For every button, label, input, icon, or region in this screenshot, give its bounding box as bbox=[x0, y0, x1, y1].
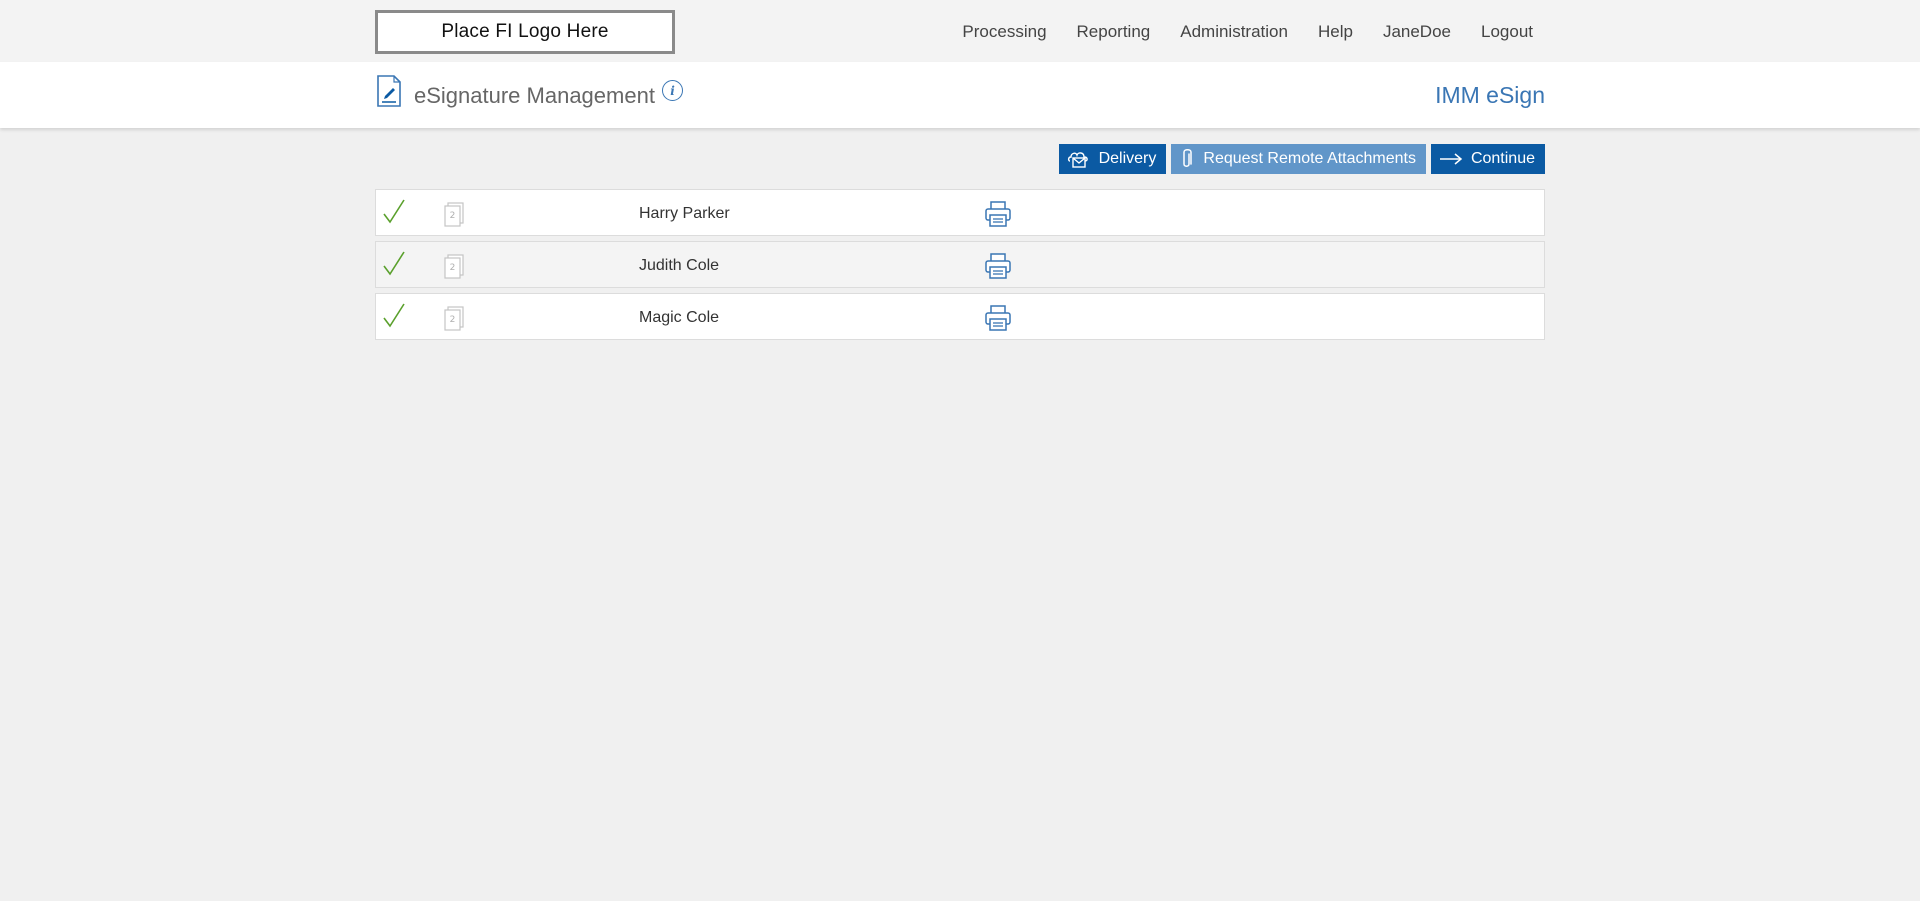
main-nav: Processing Reporting Administration Help… bbox=[932, 22, 1533, 42]
nav-administration[interactable]: Administration bbox=[1180, 22, 1288, 42]
document-stack-icon: 2 bbox=[444, 202, 464, 227]
print-icon[interactable] bbox=[984, 304, 1012, 332]
esignature-document-icon bbox=[377, 75, 401, 107]
page-header: eSignature Management i IMM eSign bbox=[0, 62, 1920, 128]
nav-user[interactable]: JaneDoe bbox=[1383, 22, 1451, 42]
check-icon bbox=[383, 251, 405, 276]
action-toolbar: Delivery Request Remote Attachments Cont… bbox=[1058, 144, 1545, 174]
request-remote-attachments-button[interactable]: Request Remote Attachments bbox=[1171, 144, 1426, 174]
signer-row: 2 Harry Parker bbox=[375, 189, 1545, 236]
signer-name: Judith Cole bbox=[639, 257, 720, 274]
logo-placeholder: Place FI Logo Here bbox=[375, 10, 675, 54]
doc-count: 2 bbox=[450, 263, 456, 273]
delivery-button[interactable]: Delivery bbox=[1058, 144, 1167, 174]
nav-help[interactable]: Help bbox=[1318, 22, 1353, 42]
signer-row: 2 Judith Cole bbox=[375, 241, 1545, 288]
nav-logout[interactable]: Logout bbox=[1481, 22, 1533, 42]
print-icon[interactable] bbox=[984, 200, 1012, 228]
print-icon[interactable] bbox=[984, 252, 1012, 280]
signer-name: Harry Parker bbox=[639, 205, 730, 222]
page-title: eSignature Management bbox=[414, 83, 655, 108]
top-bar: Place FI Logo Here Processing Reporting … bbox=[0, 0, 1920, 62]
brand-name: IMM eSign bbox=[1435, 82, 1545, 108]
check-icon bbox=[383, 199, 405, 224]
continue-button[interactable]: Continue bbox=[1430, 144, 1545, 174]
arrow-right-icon bbox=[1439, 153, 1463, 165]
delivery-envelope-icon bbox=[1067, 152, 1088, 168]
delivery-label: Delivery bbox=[1098, 150, 1157, 167]
document-stack-icon: 2 bbox=[444, 254, 464, 279]
nav-processing[interactable]: Processing bbox=[962, 22, 1046, 42]
info-icon[interactable]: i bbox=[662, 80, 683, 101]
doc-count: 2 bbox=[450, 211, 456, 221]
nav-reporting[interactable]: Reporting bbox=[1077, 22, 1151, 42]
signer-row: 2 Magic Cole bbox=[375, 293, 1545, 340]
doc-count: 2 bbox=[450, 315, 456, 325]
check-icon bbox=[383, 303, 405, 328]
continue-label: Continue bbox=[1470, 150, 1535, 167]
paperclip-icon bbox=[1183, 149, 1193, 167]
request-remote-attachments-label: Request Remote Attachments bbox=[1203, 150, 1416, 167]
document-stack-icon: 2 bbox=[444, 306, 464, 331]
signer-name: Magic Cole bbox=[639, 309, 720, 326]
signer-list: 2 Harry Parker 2 Judith Cole 2 Magic Col… bbox=[375, 189, 1545, 345]
